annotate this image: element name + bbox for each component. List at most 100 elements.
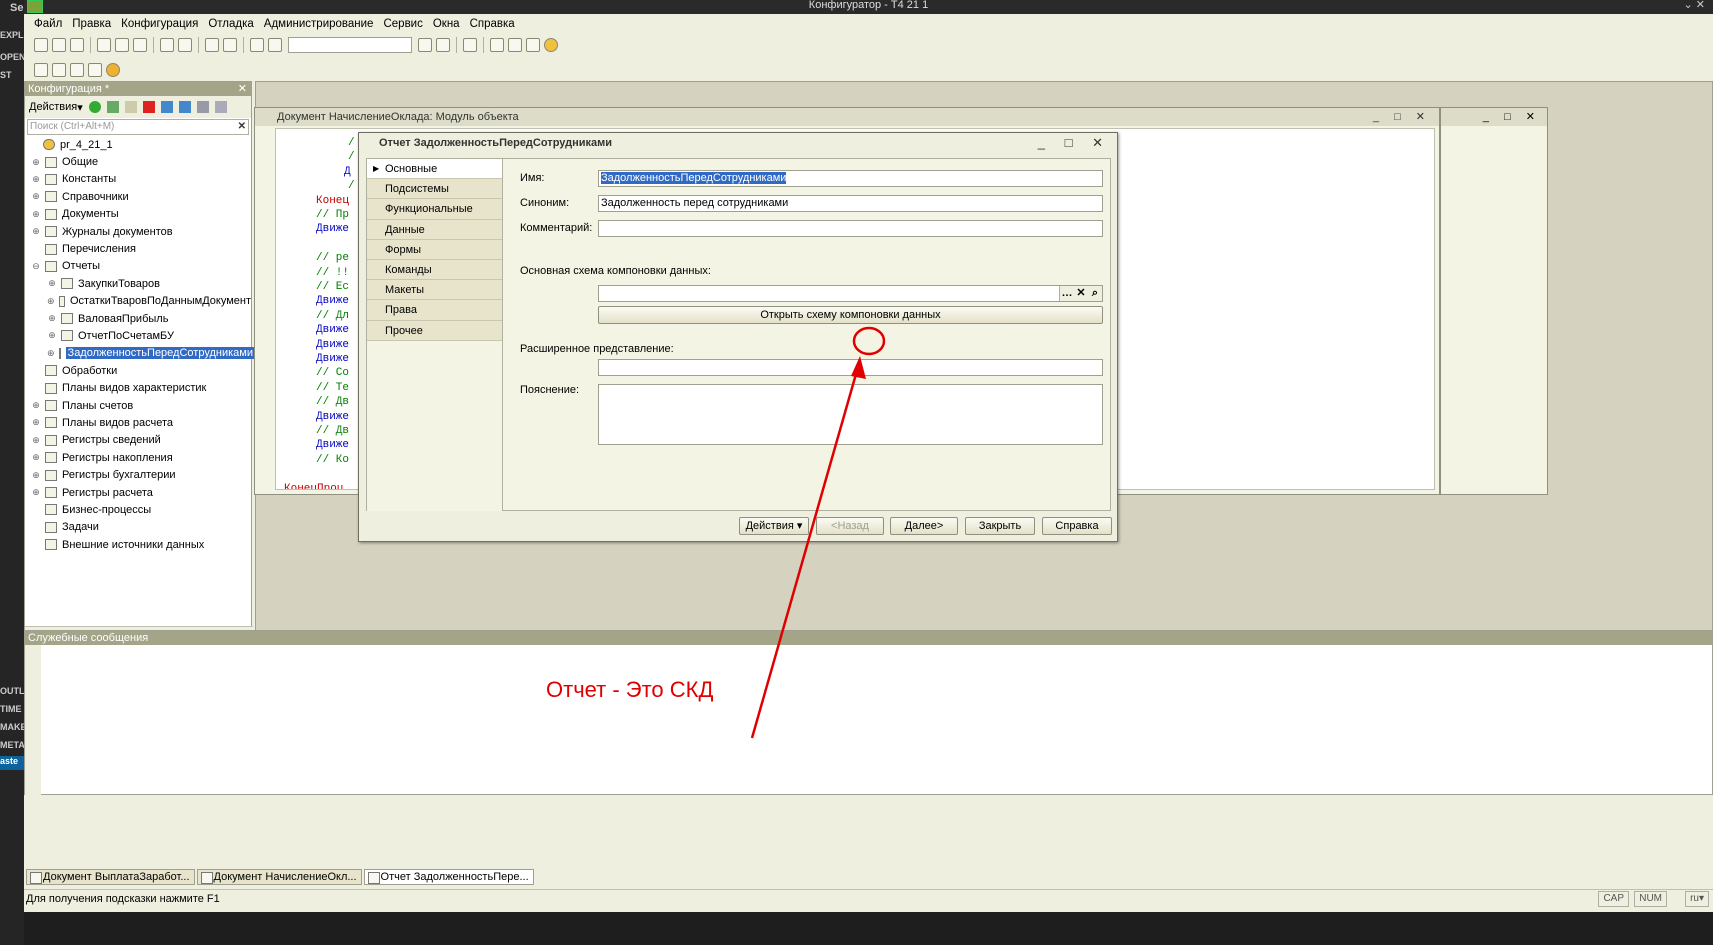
- outline-label-7[interactable]: MAKE: [0, 722, 24, 732]
- search-icon[interactable]: [268, 38, 282, 52]
- help-button[interactable]: Справка: [1042, 517, 1112, 535]
- config-tree-icon[interactable]: [34, 63, 48, 77]
- dropdown-icon[interactable]: ▾: [77, 101, 83, 114]
- tree-expander-icon[interactable]: ⊖: [31, 261, 41, 272]
- tree-item[interactable]: ⊕ ОстаткиТваровПоДаннымДокумент: [25, 293, 251, 310]
- tree-item[interactable]: ⊕ Регистры бухгалтерии: [25, 466, 251, 483]
- window-tab-3[interactable]: Отчет ЗадолженностьПере...: [363, 868, 534, 885]
- find-icon[interactable]: [250, 38, 264, 52]
- tab-functional-options[interactable]: Функциональные опции: [367, 199, 502, 235]
- search-prev-icon[interactable]: [418, 38, 432, 52]
- tree-expander-icon[interactable]: ⊕: [47, 330, 57, 341]
- window-controls[interactable]: ⌄ ✕: [1684, 0, 1706, 11]
- tab-data[interactable]: Данные: [367, 219, 502, 240]
- tree-expander-icon[interactable]: ⊕: [31, 470, 41, 481]
- filter-icon[interactable]: [214, 101, 227, 113]
- outline-label-9[interactable]: aste: [0, 756, 24, 770]
- tab-rights[interactable]: Права: [367, 300, 502, 321]
- tree-expander-icon[interactable]: ⊕: [31, 435, 41, 446]
- cut-icon[interactable]: [97, 38, 111, 52]
- tree-expander-icon[interactable]: ⊕: [31, 226, 41, 237]
- tree-item[interactable]: ⊕ Регистры накопления: [25, 449, 251, 466]
- window-controls[interactable]: _ □ ✕: [1373, 108, 1431, 126]
- config-props-icon[interactable]: [52, 63, 66, 77]
- actions-button[interactable]: Действия ▾: [739, 517, 809, 535]
- tree-expander-icon[interactable]: ⊕: [47, 348, 55, 359]
- close-icon[interactable]: ✕: [238, 82, 247, 96]
- preview-icon[interactable]: [178, 38, 192, 52]
- tree-item[interactable]: pr_4_21_1: [25, 136, 251, 153]
- tree-item[interactable]: ⊕ ЗадолженностьПередСотрудниками: [25, 345, 255, 362]
- synonym-field[interactable]: Задолженность перед сотрудниками: [598, 195, 1103, 212]
- tree-item[interactable]: ⊕ Справочники: [25, 188, 251, 205]
- run-icon[interactable]: [106, 63, 120, 77]
- next-button[interactable]: Далее>: [890, 517, 958, 535]
- tree-item[interactable]: Планы видов характеристик: [25, 379, 251, 396]
- tree-item[interactable]: Задачи: [25, 519, 251, 536]
- menu-edit[interactable]: Правка: [72, 18, 111, 30]
- move-up-icon[interactable]: [160, 101, 173, 113]
- tree-expander-icon[interactable]: ⊕: [31, 157, 41, 168]
- info-icon[interactable]: [544, 38, 558, 52]
- close-button[interactable]: Закрыть: [965, 517, 1035, 535]
- clear-icon[interactable]: ✕: [238, 120, 246, 134]
- open-schema-button[interactable]: Открыть схему компоновки данных: [598, 306, 1103, 324]
- tree-expander-icon[interactable]: ⊕: [47, 278, 57, 289]
- search-combo[interactable]: [288, 37, 412, 53]
- syntax-helper-icon[interactable]: [508, 38, 522, 52]
- language-indicator[interactable]: ru▾: [1685, 891, 1709, 907]
- redo-icon[interactable]: [223, 38, 237, 52]
- name-field[interactable]: ЗадолженностьПередСотрудниками: [598, 170, 1103, 187]
- save-icon[interactable]: [70, 38, 84, 52]
- menu-service[interactable]: Сервис: [383, 18, 422, 30]
- sort-icon[interactable]: [196, 101, 209, 113]
- outline-label-4[interactable]: ST: [0, 70, 12, 80]
- tree-item[interactable]: Перечисления: [25, 240, 251, 257]
- tree-item[interactable]: ⊕ Регистры расчета: [25, 484, 251, 501]
- windows-icon[interactable]: [463, 38, 477, 52]
- outline-label-6[interactable]: TIME: [0, 704, 22, 714]
- menu-debug[interactable]: Отладка: [208, 18, 253, 30]
- copy-icon[interactable]: [124, 101, 137, 113]
- tab-commands[interactable]: Команды: [367, 259, 502, 281]
- print-icon[interactable]: [160, 38, 174, 52]
- tree-item[interactable]: ⊕ Документы: [25, 206, 251, 223]
- menu-config[interactable]: Конфигурация: [121, 18, 198, 30]
- outline-label-3[interactable]: OPEN: [0, 52, 24, 62]
- window-tab-2[interactable]: Документ НачислениеОкл...: [196, 868, 362, 885]
- menu-windows[interactable]: Окна: [433, 18, 460, 30]
- outline-label-8[interactable]: META: [0, 740, 24, 750]
- tree-item[interactable]: ⊕ ВаловаяПрибыль: [25, 310, 251, 327]
- tree-item[interactable]: ⊕ Планы видов расчета: [25, 414, 251, 431]
- open-icon[interactable]: ⌕: [1088, 286, 1102, 301]
- comment-field[interactable]: [598, 220, 1103, 237]
- tree-expander-icon[interactable]: ⊕: [47, 296, 55, 307]
- edit-icon[interactable]: [106, 101, 119, 113]
- tree-expander-icon[interactable]: ⊕: [31, 400, 41, 411]
- menu-file[interactable]: Файл: [34, 18, 62, 30]
- back-button[interactable]: <Назад: [816, 517, 884, 535]
- tree-expander-icon[interactable]: ⊕: [31, 191, 41, 202]
- doc-icon[interactable]: [526, 38, 540, 52]
- tree-item[interactable]: ⊕ ЗакупкиТоваров: [25, 275, 251, 292]
- tree-item[interactable]: ⊕ Константы: [25, 171, 251, 188]
- copy-icon[interactable]: [115, 38, 129, 52]
- tab-templates[interactable]: Макеты: [367, 280, 502, 301]
- outline-label-2[interactable]: EXPL: [0, 30, 24, 40]
- tab-main[interactable]: Основные: [367, 159, 502, 180]
- new-icon[interactable]: [34, 38, 48, 52]
- tree-expander-icon[interactable]: ⊕: [31, 417, 41, 428]
- menu-help[interactable]: Справка: [470, 18, 515, 30]
- paste-icon[interactable]: [133, 38, 147, 52]
- menu-admin[interactable]: Администрирование: [264, 18, 374, 30]
- tree-item[interactable]: ⊕ Регистры сведений: [25, 432, 251, 449]
- open-icon[interactable]: [52, 38, 66, 52]
- window-tab-1[interactable]: Документ ВыплатаЗаработ...: [26, 868, 195, 885]
- undo-icon[interactable]: [205, 38, 219, 52]
- tools-icon[interactable]: [490, 38, 504, 52]
- tree-item[interactable]: ⊕ Журналы документов: [25, 223, 251, 240]
- tree-item[interactable]: Обработки: [25, 362, 251, 379]
- outline-label-5[interactable]: OUTL: [0, 686, 24, 696]
- clear-icon[interactable]: ✕: [1074, 286, 1088, 301]
- ext-repr-field[interactable]: [598, 359, 1103, 376]
